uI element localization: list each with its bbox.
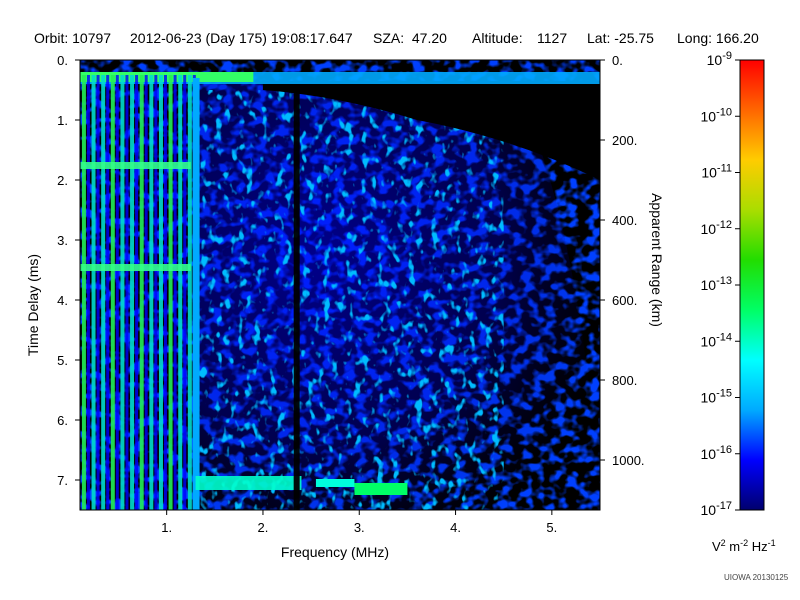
late-echo-mid [315,479,355,487]
x-tick-label: 3. [354,520,365,535]
y2-tick-label: 0. [612,53,623,68]
y-tick-label: 7. [57,473,68,488]
x-tick-label: 5. [546,520,557,535]
y-tick-label: 3. [57,233,68,248]
harmonic-band [80,264,191,271]
x-tick-label: 2. [258,520,269,535]
vertical-lines [80,75,196,510]
cyan-speckle-field [195,90,504,510]
ionogram-chart: 1. 2. 3. 4. 5. 0. 1. 2. 3. 4. 5. 6. 7. 0. 200. 400. 600.… [25,50,776,560]
colorbar-tick-label: 10-11 [701,163,732,181]
x-tick-label: 1. [161,520,172,535]
y2-axis-label: Apparent Range (km) [649,193,665,327]
colorbar: 10-9 10-10 10-11 10-12 10-13 10-14 10-15 10-16 1… [701,50,776,554]
harmonic-gap [86,75,90,510]
harmonic-gap [125,75,129,510]
harmonic-line [120,75,125,510]
y-tick-label: 1. [57,113,68,128]
harmonic-line [101,75,106,510]
colorbar-tick-label: 10-16 [701,444,732,462]
y2-tick-label: 400. [612,213,637,228]
y2-tick-label: 200. [612,133,637,148]
y2-tick-label: 800. [612,373,637,388]
harmonic-gap [183,75,187,510]
colorbar-tick-label: 10-12 [701,219,732,237]
harmonic-line [187,75,192,510]
y2-tick-label: 600. [612,293,637,308]
harmonic-gap [163,75,167,510]
x-tick-label: 4. [450,520,461,535]
harmonic-line [110,75,115,510]
colorbar-tick-label: 10-17 [701,500,732,518]
y-tick-label: 4. [57,293,68,308]
harmonic-band [80,162,191,169]
harmonic-line [139,75,144,510]
harmonic-gap [115,75,119,510]
harmonic-line [130,75,135,510]
colorbar-unit-label: V2 m-2 Hz-1 [712,538,776,554]
y-tick-label: 5. [57,353,68,368]
colorbar-tick-label: 10-13 [701,275,732,293]
y-tick-label: 2. [57,173,68,188]
x-axis-label: Frequency (MHz) [281,544,389,560]
colorbar-tick-label: 10-15 [701,388,732,406]
y-tick-label: 0. [57,53,68,68]
plasma-line [192,78,200,510]
harmonic-line [158,75,163,510]
colorbar-tick-label: 10-9 [707,50,732,68]
harmonic-line [149,75,154,510]
harmonic-line [178,75,183,510]
harmonic-gap [173,75,177,510]
late-echo-right [354,483,408,495]
y-tick-label: 6. [57,413,68,428]
y-axis-label: Time Delay (ms) [25,254,41,356]
harmonic-line [81,75,86,510]
colorbar-tick-label: 10-10 [701,106,732,124]
y2-tick-label: 1000. [612,453,645,468]
harmonic-gap [154,75,158,510]
late-echo-left [195,476,302,490]
harmonic-gap [144,75,148,510]
colorbar-scale [739,59,765,511]
harmonic-gap [135,75,139,510]
dark-gap [293,90,300,510]
harmonic-gap [106,75,110,510]
harmonic-line [91,75,96,510]
harmonic-gap [96,75,100,510]
harmonic-line [168,75,173,510]
credit-label: UIOWA 20130125 [724,573,789,582]
colorbar-tick-label: 10-14 [701,331,732,349]
heatmap [80,60,600,510]
